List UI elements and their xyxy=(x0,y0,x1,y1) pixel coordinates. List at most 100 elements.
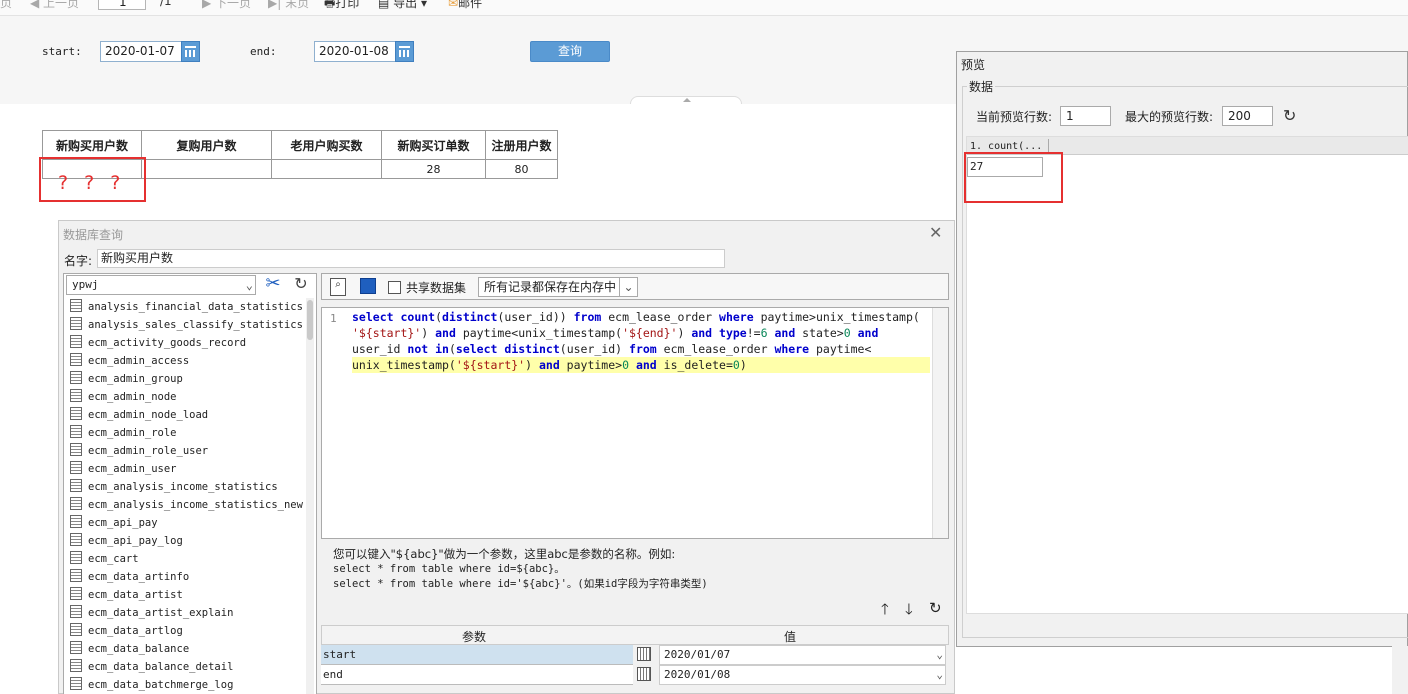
table-icon xyxy=(70,425,82,438)
table-name: ecm_admin_role_user xyxy=(88,445,209,457)
table-icon xyxy=(70,353,82,366)
sql-editor[interactable]: 1 select count(distinct(user_id)) from e… xyxy=(321,307,949,539)
param-value-input[interactable]: 2020/01/08 ⌄ xyxy=(659,665,946,685)
scrollbar[interactable] xyxy=(306,298,314,694)
table-list-item[interactable]: ecm_api_pay xyxy=(66,514,306,532)
table-list-item[interactable]: ecm_cart xyxy=(66,550,306,568)
refresh-icon[interactable]: ↻ xyxy=(1283,106,1296,125)
share-dataset-checkbox[interactable] xyxy=(388,281,401,294)
table-list-item[interactable]: ecm_admin_role xyxy=(66,424,306,442)
database-query-dialog: 数据库查询 ✕ 名字: 新购买用户数 ypwj ⌄ ✂ ↻ analysis_f… xyxy=(58,220,955,694)
name-input[interactable]: 新购买用户数 xyxy=(97,249,725,268)
report-toolbar: 页 ◀ 上一页 1 /1 ▶ 下一页 ▶| 末页 🖶打印 ▤ 导出 ▾ ✉邮件 xyxy=(0,0,1408,16)
arrow-down-icon[interactable]: 🡓 xyxy=(905,599,913,624)
email-label: 邮件 xyxy=(458,0,483,10)
scrollbar-thumb[interactable] xyxy=(307,300,313,340)
cell-new-orders: 28 xyxy=(381,159,486,179)
calendar-icon[interactable] xyxy=(181,41,200,62)
table-list-item[interactable]: ecm_admin_node xyxy=(66,388,306,406)
refresh-icon[interactable]: ↻ xyxy=(929,599,942,617)
print-label: 打印 xyxy=(335,0,360,10)
table-list-item[interactable]: ecm_admin_node_load xyxy=(66,406,306,424)
start-label: start: xyxy=(42,45,82,58)
header-repeat-buyers: 复购用户数 xyxy=(141,130,272,160)
printer-icon: 🖶 xyxy=(324,0,336,10)
export-button[interactable]: ▤ 导出 ▾ xyxy=(378,0,427,11)
header-old-user-purchases: 老用户购买数 xyxy=(271,130,382,160)
param-value-input[interactable]: 2020/01/07 ⌄ xyxy=(659,645,946,665)
table-icon xyxy=(70,659,82,672)
page-total: /1 xyxy=(160,0,172,8)
table-list-item[interactable]: ecm_analysis_income_statistics xyxy=(66,478,306,496)
memory-mode-select[interactable]: 所有记录都保存在内存中 ⌄ xyxy=(478,277,638,297)
table-list-item[interactable]: ecm_data_artist_explain xyxy=(66,604,306,622)
table-list-item[interactable]: ecm_activity_goods_record xyxy=(66,334,306,352)
calendar-icon[interactable] xyxy=(637,667,651,681)
cell-old-user-purchases xyxy=(271,159,382,179)
table-list-item[interactable]: analysis_financial_data_statistics xyxy=(66,298,306,316)
report-header-row: 新购买用户数 复购用户数 老用户购买数 新购买订单数 注册用户数 xyxy=(42,130,558,160)
table-list-item[interactable]: ecm_admin_group xyxy=(66,370,306,388)
table-name: ecm_data_artist xyxy=(88,589,183,601)
refresh-icon[interactable]: ↻ xyxy=(290,275,312,295)
edit-connection-icon[interactable]: ✂ xyxy=(262,275,284,295)
table-list-item[interactable]: ecm_admin_role_user xyxy=(66,442,306,460)
table-name: analysis_financial_data_statistics xyxy=(88,301,303,313)
table-list: analysis_financial_data_statisticsanalys… xyxy=(66,298,306,694)
table-list-item[interactable]: ecm_data_artlog xyxy=(66,622,306,640)
table-list-item[interactable]: ecm_data_batchmerge_log xyxy=(66,676,306,694)
param-row: start 2020/01/07 ⌄ xyxy=(321,645,949,665)
preview-icon[interactable]: ⌕ xyxy=(330,278,346,296)
param-name: end xyxy=(321,665,633,685)
chevron-down-icon: ⌄ xyxy=(619,278,637,296)
sql-line: user_id not in(select distinct(user_id) … xyxy=(352,342,872,356)
last-page-button[interactable]: ▶| 末页 xyxy=(268,0,309,11)
table-name: analysis_sales_classify_statistics xyxy=(88,319,303,331)
help-line: select * from table where id=${abc}。 xyxy=(333,563,565,575)
table-icon xyxy=(70,317,82,330)
table-list-item[interactable]: ecm_data_artinfo xyxy=(66,568,306,586)
table-icon xyxy=(70,443,82,456)
param-row: end 2020/01/08 ⌄ xyxy=(321,665,949,685)
start-date-input[interactable]: 2020-01-07 xyxy=(100,41,182,62)
next-icon: ▶ xyxy=(202,0,216,10)
table-name: ecm_admin_access xyxy=(88,355,190,367)
table-list-item[interactable]: ecm_data_balance_detail xyxy=(66,658,306,676)
sql-code[interactable]: select count(distinct(user_id)) from ecm… xyxy=(352,308,930,373)
param-value: 2020/01/08 xyxy=(664,668,731,681)
page-number-input[interactable]: 1 xyxy=(98,0,146,10)
connection-select[interactable]: ypwj ⌄ xyxy=(66,275,256,295)
table-name: ecm_admin_user xyxy=(88,463,177,475)
data-group-label: 数据 xyxy=(967,78,996,95)
first-page-button[interactable]: 页 xyxy=(0,0,12,11)
table-list-item[interactable]: ecm_api_pay_log xyxy=(66,532,306,550)
table-list-item[interactable]: ecm_data_artist xyxy=(66,586,306,604)
table-icon xyxy=(70,479,82,492)
table-list-item[interactable]: ecm_analysis_income_statistics_new xyxy=(66,496,306,514)
close-icon[interactable]: ✕ xyxy=(929,223,942,242)
cell-registered-users: 80 xyxy=(485,159,558,179)
sql-line: select count(distinct(user_id)) from ecm… xyxy=(352,310,920,324)
query-button[interactable]: 查询 xyxy=(530,41,610,62)
table-list-item[interactable]: ecm_admin_user xyxy=(66,460,306,478)
arrow-up-icon[interactable]: 🡑 xyxy=(881,599,889,624)
collapse-handle[interactable] xyxy=(630,96,742,104)
table-icon xyxy=(70,515,82,528)
table-list-item[interactable]: ecm_admin_access xyxy=(66,352,306,370)
save-icon[interactable] xyxy=(360,278,376,294)
email-button[interactable]: ✉邮件 xyxy=(448,0,482,11)
envelope-icon: ✉ xyxy=(448,0,459,10)
chevron-down-icon: ▾ xyxy=(417,0,428,10)
scrollbar[interactable] xyxy=(932,308,948,538)
table-list-item[interactable]: analysis_sales_classify_statistics xyxy=(66,316,306,334)
max-rows-input[interactable]: 200 xyxy=(1222,106,1273,126)
current-rows-input[interactable]: 1 xyxy=(1060,106,1111,126)
calendar-icon[interactable] xyxy=(637,647,651,661)
table-name: ecm_admin_role xyxy=(88,427,177,439)
next-page-button[interactable]: ▶ 下一页 xyxy=(202,0,251,11)
prev-page-button[interactable]: ◀ 上一页 xyxy=(30,0,79,11)
calendar-icon[interactable] xyxy=(395,41,414,62)
end-date-input[interactable]: 2020-01-08 xyxy=(314,41,396,62)
table-list-item[interactable]: ecm_data_balance xyxy=(66,640,306,658)
print-button[interactable]: 🖶打印 xyxy=(324,0,359,15)
